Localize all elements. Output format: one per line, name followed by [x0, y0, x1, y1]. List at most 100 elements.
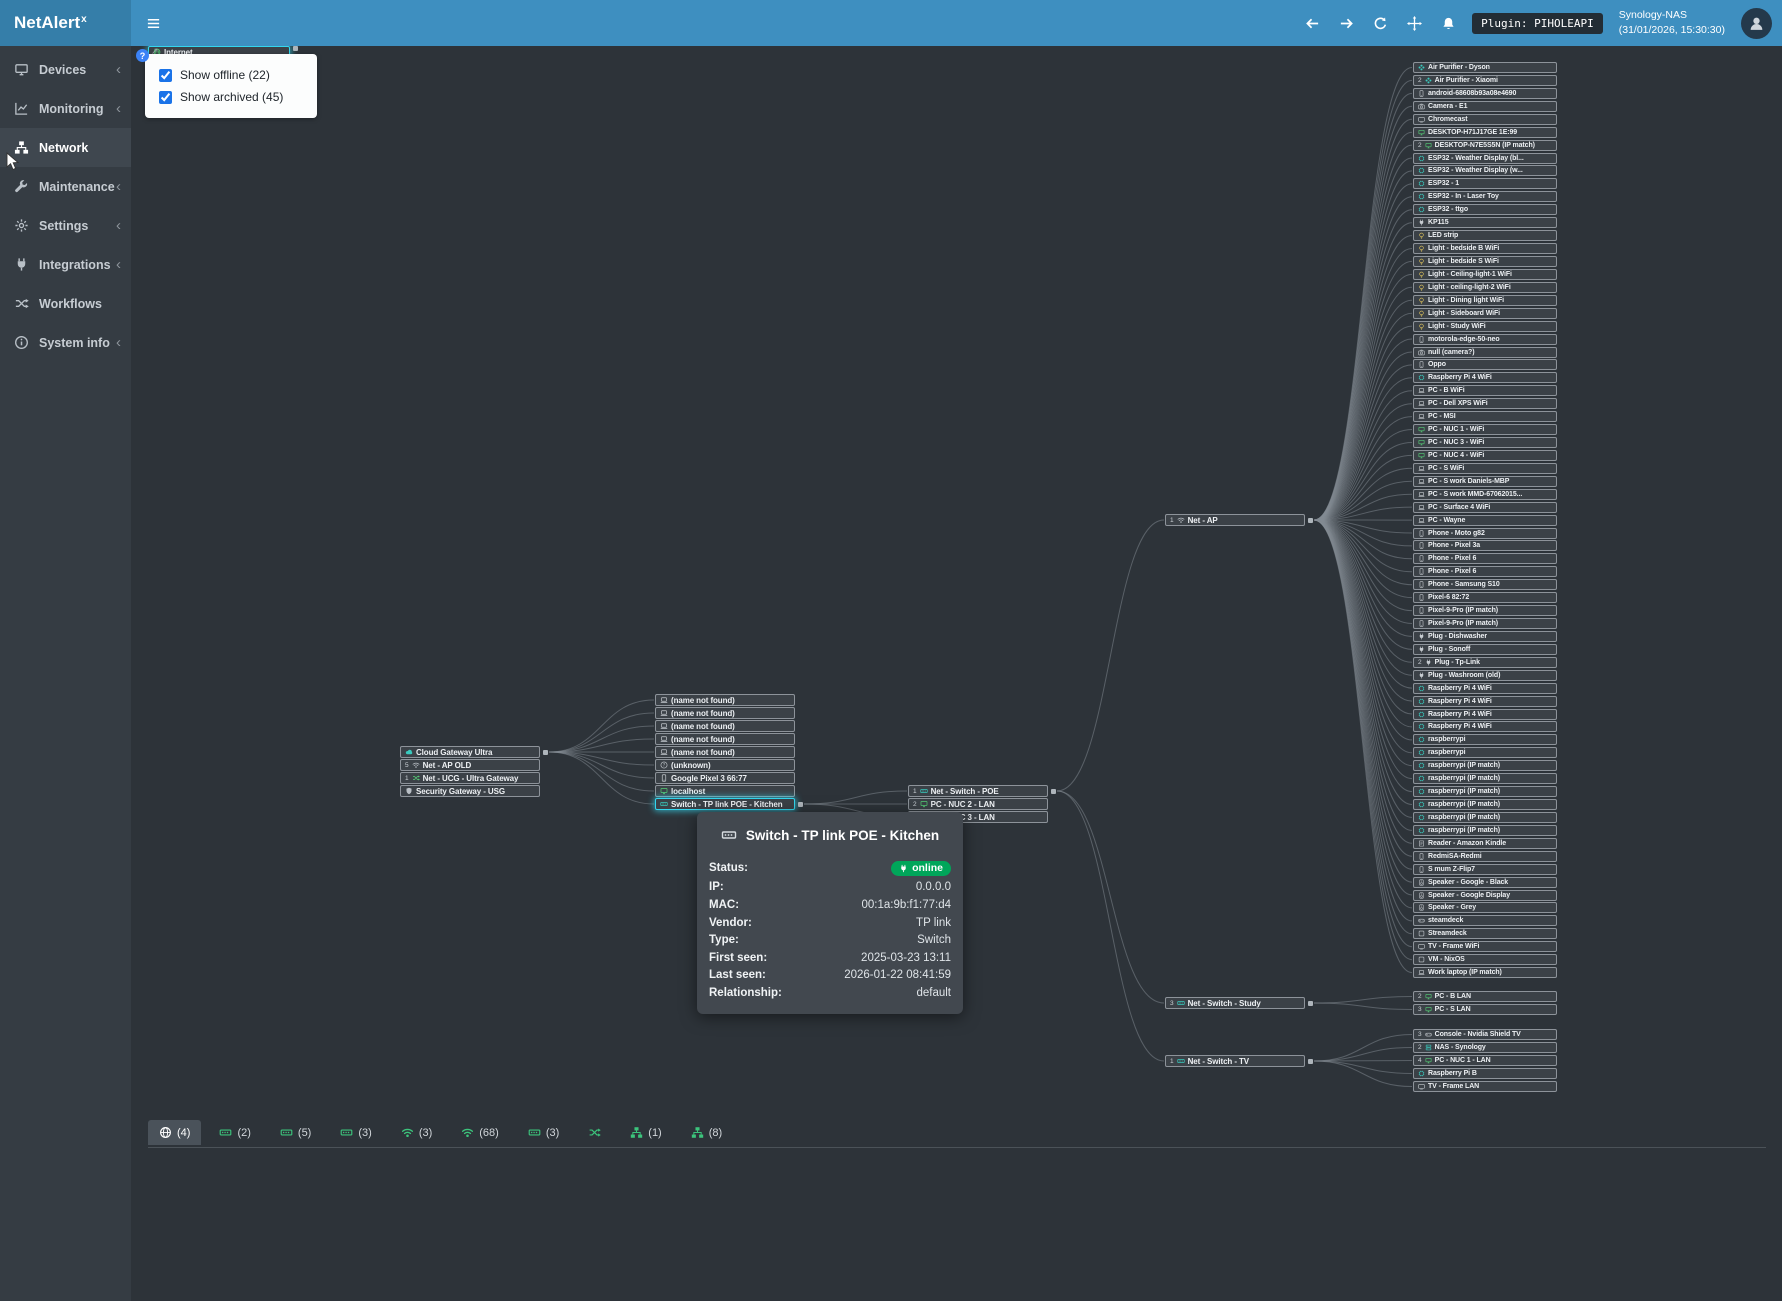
node-streamdeck[interactable]: Streamdeck	[1413, 928, 1557, 939]
node-led-strip[interactable]: LED strip	[1413, 230, 1557, 241]
node-plug-tp-link[interactable]: 2Plug - Tp-Link	[1413, 657, 1557, 668]
node-esp32-1[interactable]: ESP32 - 1	[1413, 178, 1557, 189]
node-pc-nuc-3-wifi[interactable]: PC - NUC 3 - WiFi	[1413, 437, 1557, 448]
device-type-tab-8[interactable]	[577, 1120, 612, 1145]
node-google-pixel-3-66-77[interactable]: Google Pixel 3 66:77	[655, 772, 795, 784]
arrow-right-button[interactable]	[1339, 16, 1354, 31]
refresh-button[interactable]	[1373, 16, 1388, 31]
collapse-handle[interactable]	[543, 750, 548, 755]
bell-button[interactable]	[1441, 16, 1456, 31]
node-pc-surface-4-wifi[interactable]: PC - Surface 4 WiFi	[1413, 502, 1557, 513]
node-localhost[interactable]: localhost	[655, 785, 795, 797]
node-tv-frame-lan[interactable]: TV - Frame LAN	[1413, 1081, 1557, 1092]
node-kp115[interactable]: KP115	[1413, 217, 1557, 228]
node-vm-nixos[interactable]: VM - NixOS	[1413, 954, 1557, 965]
node-air-purifier-xiaomi[interactable]: 2Air Purifier - Xiaomi	[1413, 75, 1557, 86]
node-phone-samsung-s10[interactable]: Phone - Samsung S10	[1413, 579, 1557, 590]
node-name-not-found[interactable]: (name not found)	[655, 746, 795, 758]
node-raspberry-pi-4-wifi[interactable]: Raspberry Pi 4 WiFi	[1413, 683, 1557, 694]
collapse-handle[interactable]	[1308, 1001, 1313, 1006]
device-type-tab-5[interactable]: (3)	[390, 1120, 443, 1145]
node-light-ceiling-light-2-wifi[interactable]: Light - ceiling-light-2 WiFi	[1413, 282, 1557, 293]
node-net-switch-poe[interactable]: 1Net - Switch - POE	[908, 785, 1048, 797]
show-offline-checkbox[interactable]	[159, 69, 172, 82]
external-link-icon[interactable]: ↗	[151, 46, 159, 57]
node-net-ucg-ultra-gateway[interactable]: 1Net - UCG - Ultra Gateway	[400, 772, 540, 784]
node-light-bedside-s-wifi[interactable]: Light - bedside S WiFi	[1413, 256, 1557, 267]
node-reader-amazon-kindle[interactable]: Reader - Amazon Kindle	[1413, 838, 1557, 849]
show-archived-checkbox[interactable]	[159, 91, 172, 104]
node-raspberrypi-ip-match[interactable]: raspberrypi (IP match)	[1413, 786, 1557, 797]
show-offline-label[interactable]: Show offline (22)	[180, 68, 270, 82]
node-motorola-edge-50-neo[interactable]: motorola-edge-50-neo	[1413, 334, 1557, 345]
node-pc-msi[interactable]: PC - MSI	[1413, 411, 1557, 422]
node-switch-tp-link-poe-kitchen[interactable]: Switch - TP link POE - Kitchen	[655, 798, 795, 810]
node-phone-pixel-6[interactable]: Phone - Pixel 6	[1413, 553, 1557, 564]
node-pc-dell-xps-wifi[interactable]: PC - Dell XPS WiFi	[1413, 398, 1557, 409]
node-air-purifier-dyson[interactable]: Air Purifier - Dyson	[1413, 62, 1557, 73]
sidebar-item-devices[interactable]: Devices‹	[0, 50, 131, 89]
node-speaker-grey[interactable]: Speaker - Grey	[1413, 902, 1557, 913]
node-cloud-gateway-ultra[interactable]: Cloud Gateway Ultra	[400, 746, 540, 758]
node-speaker-google-display[interactable]: Speaker - Google Display	[1413, 890, 1557, 901]
show-archived-label[interactable]: Show archived (45)	[180, 90, 283, 104]
node-phone-pixel-3a[interactable]: Phone - Pixel 3a	[1413, 540, 1557, 551]
node-raspberrypi-ip-match[interactable]: raspberrypi (IP match)	[1413, 825, 1557, 836]
node-net-switch-study[interactable]: 3Net - Switch - Study	[1165, 997, 1305, 1009]
node-work-laptop-ip-match[interactable]: Work laptop (IP match)	[1413, 967, 1557, 978]
node-redmisa-redmi[interactable]: RedmiSA-Redmi	[1413, 851, 1557, 862]
device-type-tab-7[interactable]: (3)	[517, 1120, 570, 1145]
arrow-left-button[interactable]	[1305, 16, 1320, 31]
node-chromecast[interactable]: Chromecast	[1413, 114, 1557, 125]
node-pixel-9-pro-ip-match[interactable]: Pixel-9-Pro (IP match)	[1413, 605, 1557, 616]
node-raspberrypi-ip-match[interactable]: raspberrypi (IP match)	[1413, 773, 1557, 784]
node-phone-moto-g82[interactable]: Phone - Moto g82	[1413, 528, 1557, 539]
node-esp32-in-laser-toy[interactable]: ESP32 - In - Laser Toy	[1413, 191, 1557, 202]
node-esp32-ttgo[interactable]: ESP32 - ttgo	[1413, 204, 1557, 215]
node-light-dining-light-wifi[interactable]: Light - Dining light WiFi	[1413, 295, 1557, 306]
node-s-mum-z-flip7[interactable]: S mum Z-Flip7	[1413, 864, 1557, 875]
node-pc-s-work-mmd-67062015[interactable]: PC - S work MMD-67062015...	[1413, 489, 1557, 500]
node-speaker-google-black[interactable]: Speaker - Google - Black	[1413, 877, 1557, 888]
node-light-study-wifi[interactable]: Light - Study WiFi	[1413, 321, 1557, 332]
node-raspberry-pi-4-wifi[interactable]: Raspberry Pi 4 WiFi	[1413, 372, 1557, 383]
node-plug-sonoff[interactable]: Plug - Sonoff	[1413, 644, 1557, 655]
node-steamdeck[interactable]: steamdeck	[1413, 915, 1557, 926]
node-pc-nuc-1-lan[interactable]: 4PC - NUC 1 - LAN	[1413, 1055, 1557, 1066]
device-type-tab-1[interactable]: (4)	[148, 1120, 201, 1145]
node-name-not-found[interactable]: (name not found)	[655, 694, 795, 706]
collapse-handle[interactable]	[1051, 789, 1056, 794]
node-console-nvidia-shield-tv[interactable]: 3Console - Nvidia Shield TV	[1413, 1029, 1557, 1040]
move-button[interactable]	[1407, 16, 1422, 31]
sidebar-item-monitoring[interactable]: Monitoring‹	[0, 89, 131, 128]
node-security-gateway-usg[interactable]: Security Gateway - USG	[400, 785, 540, 797]
node-name-not-found[interactable]: (name not found)	[655, 720, 795, 732]
node-raspberrypi[interactable]: raspberrypi	[1413, 747, 1557, 758]
node-raspberrypi-ip-match[interactable]: raspberrypi (IP match)	[1413, 760, 1557, 771]
device-type-tab-6[interactable]: (68)	[450, 1120, 510, 1145]
node-pc-s-work-daniels-mbp[interactable]: PC - S work Daniels-MBP	[1413, 476, 1557, 487]
collapse-handle[interactable]	[293, 46, 298, 51]
user-avatar[interactable]	[1741, 8, 1772, 39]
node-light-sideboard-wifi[interactable]: Light - Sideboard WiFi	[1413, 308, 1557, 319]
node-raspberry-pi-4-wifi[interactable]: Raspberry Pi 4 WiFi	[1413, 721, 1557, 732]
collapse-handle[interactable]	[1308, 1059, 1313, 1064]
node-plug-dishwasher[interactable]: Plug - Dishwasher	[1413, 631, 1557, 642]
device-type-tab-9[interactable]: (1)	[619, 1120, 672, 1145]
node-pc-nuc-2-lan[interactable]: 2PC - NUC 2 - LAN	[908, 798, 1048, 810]
node-raspberry-pi-4-wifi[interactable]: Raspberry Pi 4 WiFi	[1413, 709, 1557, 720]
node-net-ap[interactable]: 1Net - AP	[1165, 514, 1305, 526]
collapse-handle[interactable]	[1308, 518, 1313, 523]
node-tv-frame-wifi[interactable]: TV - Frame WiFi	[1413, 941, 1557, 952]
sidebar-item-system-info[interactable]: System info‹	[0, 323, 131, 362]
node-desktop-n7e5s5n-ip-match[interactable]: 2DESKTOP-N7E5S5N (IP match)	[1413, 140, 1557, 151]
device-type-tab-3[interactable]: (5)	[269, 1120, 322, 1145]
node-pc-nuc-4-wifi[interactable]: PC - NUC 4 - WiFi	[1413, 450, 1557, 461]
node-unknown[interactable]: (unknown)	[655, 759, 795, 771]
node-light-ceiling-light-1-wifi[interactable]: Light - Ceiling-light-1 WiFi	[1413, 269, 1557, 280]
node-camera-e1[interactable]: Camera - E1	[1413, 101, 1557, 112]
node-phone-pixel-6[interactable]: Phone - Pixel 6	[1413, 566, 1557, 577]
node-pc-s-lan[interactable]: 3PC - S LAN	[1413, 1004, 1557, 1015]
node-pixel-6-82-72[interactable]: Pixel-6 82:72	[1413, 592, 1557, 603]
sidebar-item-maintenance[interactable]: Maintenance‹	[0, 167, 131, 206]
